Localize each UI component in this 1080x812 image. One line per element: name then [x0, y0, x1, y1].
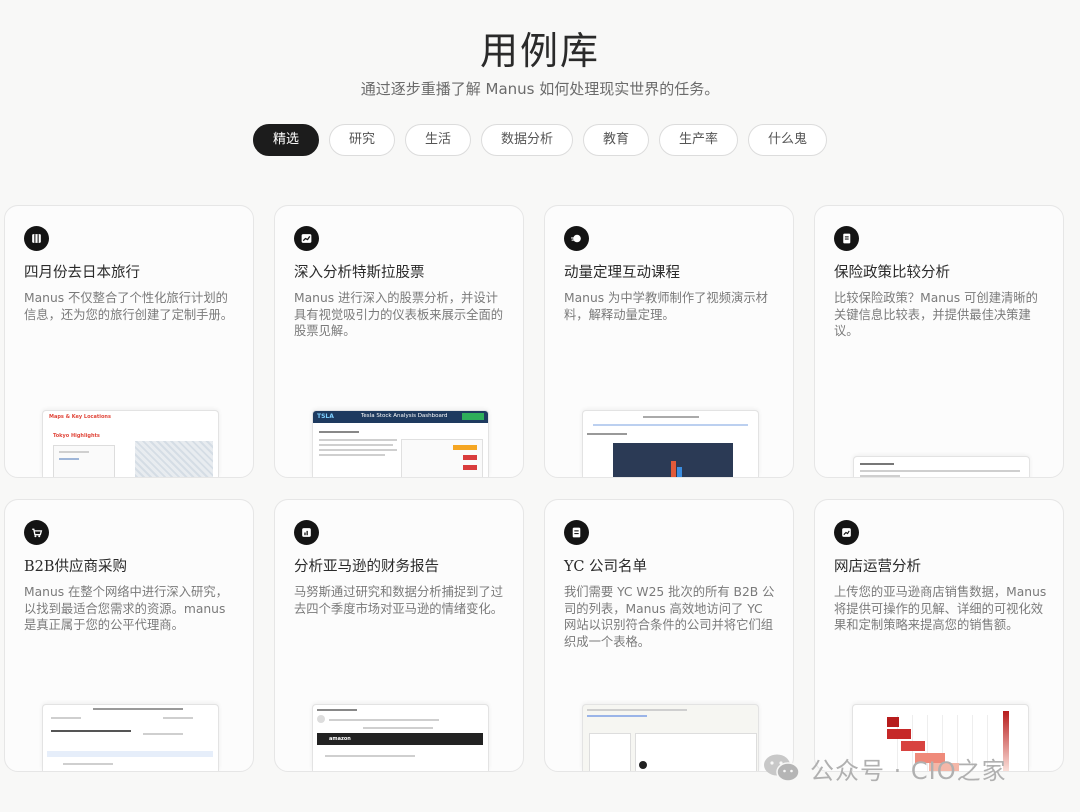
- use-case-card-b2b-sourcing[interactable]: B2B供应商采购 Manus 在整个网络中进行深入研究，以找到最适合您需求的资源…: [4, 499, 254, 772]
- card-title: 网店运营分析: [834, 559, 921, 575]
- card-description: Manus 在整个网络中进行深入研究，以找到最适合您需求的资源。manus 是真…: [24, 585, 228, 632]
- tab-education[interactable]: 教育: [583, 124, 650, 156]
- card-title: 动量定理互动课程: [564, 265, 680, 281]
- card-description: Manus 为中学教师制作了视频演示材料，解释动量定理。: [564, 291, 768, 322]
- tab-productivity[interactable]: 生产率: [659, 124, 739, 156]
- cart-icon: [24, 520, 49, 545]
- card-preview-image: amazon: [312, 704, 489, 771]
- card-preview-image: [42, 704, 219, 771]
- tab-life[interactable]: 生活: [404, 124, 471, 156]
- use-case-card-tesla-stock[interactable]: 深入分析特斯拉股票 Manus 进行深入的股票分析，并设计具有视觉吸引力的仪表板…: [274, 205, 524, 478]
- card-preview-image: TSLA Tesla Stock Analysis Dashboard: [312, 410, 489, 477]
- card-preview-image: Maps & Key Locations Tokyo Highlights: [42, 410, 219, 477]
- page-title: 用例库: [479, 29, 600, 73]
- card-preview-image: [853, 456, 1030, 477]
- use-case-card-amazon-financials[interactable]: 分析亚马逊的财务报告 马努斯通过研究和数据分析捕捉到了过去四个季度市场对亚马逊的…: [274, 499, 524, 772]
- card-title: 四月份去日本旅行: [24, 265, 140, 281]
- use-case-card-insurance-compare[interactable]: 保险政策比较分析 比较保险政策？Manus 可创建清晰的关键信息比较表，并提供最…: [814, 205, 1064, 478]
- analytics-icon: [834, 520, 859, 545]
- report-icon: [294, 520, 319, 545]
- document-icon: [834, 226, 859, 251]
- use-case-card-yc-companies[interactable]: YC 公司名单 我们需要 YC W25 批次的所有 B2B 公司的列表，Manu…: [544, 499, 794, 772]
- watermark-text: 公众号 · CIO之家: [810, 756, 1007, 785]
- card-description: Manus 不仅整合了个性化旅行计划的信息，还为您的旅行创建了定制手册。: [24, 291, 234, 322]
- use-case-card-japan-trip[interactable]: 四月份去日本旅行 Manus 不仅整合了个性化旅行计划的信息，还为您的旅行创建了…: [4, 205, 254, 478]
- use-case-card-momentum-course[interactable]: 动量定理互动课程 Manus 为中学教师制作了视频演示材料，解释动量定理。: [544, 205, 794, 478]
- card-description: 比较保险政策？Manus 可创建清晰的关键信息比较表，并提供最佳决策建议。: [834, 291, 1038, 338]
- card-preview-image: [582, 410, 759, 477]
- map-icon: [24, 226, 49, 251]
- card-title: 深入分析特斯拉股票: [294, 265, 425, 281]
- wechat-icon: [764, 754, 800, 782]
- rocket-icon: [564, 226, 589, 251]
- use-case-library-page: 用例库 通过逐步重播了解 Manus 如何处理现实世界的任务。 精选 研究 生活…: [0, 0, 1080, 812]
- card-description: 我们需要 YC W25 批次的所有 B2B 公司的列表，Manus 高效地访问了…: [564, 585, 775, 649]
- page-subtitle: 通过逐步重播了解 Manus 如何处理现实世界的任务。: [360, 80, 720, 98]
- list-icon: [564, 520, 589, 545]
- card-title: 保险政策比较分析: [834, 265, 950, 281]
- card-title: YC 公司名单: [564, 559, 648, 575]
- tab-featured[interactable]: 精选: [252, 124, 319, 156]
- chart-icon: [294, 226, 319, 251]
- card-title: B2B供应商采购: [24, 559, 128, 575]
- tab-data-analysis[interactable]: 数据分析: [480, 124, 573, 156]
- card-description: 上传您的亚马逊商店销售数据，Manus 将提供可操作的见解、详细的可视化效果和定…: [834, 585, 1047, 632]
- card-description: 马努斯通过研究和数据分析捕捉到了过去四个季度市场对亚马逊的情绪变化。: [294, 585, 504, 616]
- wechat-watermark: 公众号 · CIO之家: [762, 748, 1007, 788]
- card-title: 分析亚马逊的财务报告: [294, 559, 439, 575]
- tab-research[interactable]: 研究: [328, 124, 395, 156]
- card-description: Manus 进行深入的股票分析，并设计具有视觉吸引力的仪表板来展示全面的股票见解…: [294, 291, 504, 338]
- tab-wtf[interactable]: 什么鬼: [748, 124, 828, 156]
- card-preview-image: [582, 704, 759, 771]
- category-tabs: 精选 研究 生活 数据分析 教育 生产率 什么鬼: [0, 124, 1080, 156]
- use-case-card-store-analytics[interactable]: 网店运营分析 上传您的亚马逊商店销售数据，Manus 将提供可操作的见解、详细的…: [814, 499, 1064, 772]
